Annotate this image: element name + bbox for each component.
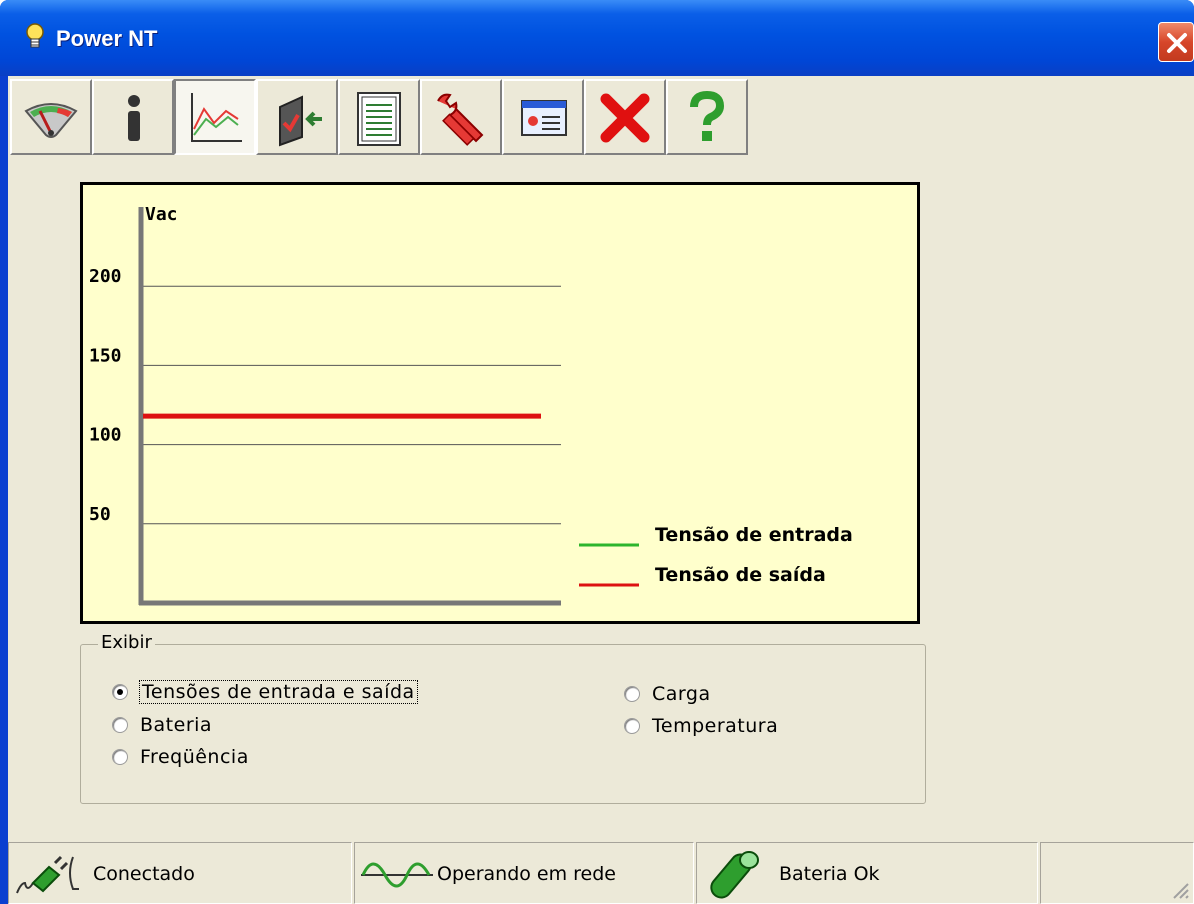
toolbar-settings-button[interactable] — [420, 79, 502, 155]
radio-frequency-indicator[interactable] — [112, 749, 128, 765]
display-groupbox-legend: Exibir — [98, 632, 155, 653]
toolbar — [10, 79, 748, 155]
status-mode: Operando em rede — [354, 842, 694, 904]
window-title: Power NT — [56, 26, 158, 51]
wrench-icon — [437, 93, 484, 146]
app-lightbulb-icon — [26, 23, 44, 48]
report-icon — [357, 92, 401, 146]
radio-frequency-label: Freqüência — [140, 746, 249, 768]
sine-wave-icon — [361, 862, 433, 888]
status-mode-text: Operando em rede — [437, 863, 616, 885]
status-connection: Conectado — [8, 842, 352, 904]
client-area: Vac 200 150 100 50 Tensão de entrada Tensão … — [8, 76, 1194, 904]
toolbar-gauge-button[interactable] — [10, 79, 92, 155]
window-close-button[interactable] — [1158, 22, 1194, 62]
info-icon — [128, 95, 140, 141]
toolbar-panel-button[interactable] — [502, 79, 584, 155]
radio-temperature-label: Temperatura — [652, 715, 779, 737]
radio-battery[interactable]: Bateria — [112, 714, 212, 736]
chart-y-label: Vac — [145, 204, 178, 225]
chart-legend-label: Tensão de saída — [655, 564, 826, 586]
radio-voltages[interactable]: Tensões de entrada e saída — [112, 680, 418, 704]
chart-legend-label: Tensão de entrada — [655, 524, 853, 546]
status-bar: Conectado Operando em rede Bateria Ok — [8, 842, 1194, 904]
resize-grip-icon[interactable] — [1171, 881, 1189, 899]
chart-icon — [191, 93, 242, 142]
gauge-icon — [24, 103, 78, 138]
chart-y-tick-label: 100 — [89, 425, 122, 446]
toolbar-report-button[interactable] — [338, 79, 420, 155]
chart-y-tick-label: 150 — [89, 345, 122, 366]
title-bar[interactable]: Power NT — [0, 0, 1194, 76]
battery-icon — [710, 851, 759, 899]
toolbar-help-button[interactable] — [666, 79, 748, 155]
close-icon — [1167, 33, 1187, 53]
help-icon — [690, 90, 725, 141]
status-battery-text: Bateria Ok — [779, 863, 880, 885]
radio-load-indicator[interactable] — [624, 686, 640, 702]
chart-y-tick-label: 200 — [89, 266, 122, 287]
chart-y-tick-label: 50 — [89, 504, 111, 525]
radio-temperature-indicator[interactable] — [624, 718, 640, 734]
panel-icon — [521, 100, 567, 136]
close-x-icon — [600, 93, 650, 143]
status-connection-text: Conectado — [93, 863, 195, 885]
toolbar-chart-button[interactable] — [174, 79, 256, 155]
status-battery: Bateria Ok — [696, 842, 1038, 904]
chart-canvas: Vac 200 150 100 50 Tensão de entrada Tensão … — [89, 204, 853, 606]
radio-frequency[interactable]: Freqüência — [112, 746, 249, 768]
status-empty — [1040, 842, 1194, 904]
radio-battery-indicator[interactable] — [112, 717, 128, 733]
toolbar-info-button[interactable] — [92, 79, 174, 155]
voltage-chart: Vac 200 150 100 50 Tensão de entrada Tensão … — [80, 182, 920, 624]
app-window: Power NT Vac 200 150 100 50 Tensão de en… — [0, 0, 1194, 904]
radio-temperature[interactable]: Temperatura — [624, 715, 778, 737]
radio-load-label: Carga — [652, 683, 711, 705]
radio-voltages-label: Tensões de entrada e saída — [139, 680, 418, 704]
radio-battery-label: Bateria — [140, 714, 213, 736]
radio-voltages-indicator[interactable] — [112, 684, 128, 700]
toolbar-import-button[interactable] — [256, 79, 338, 155]
plug-icon — [16, 855, 79, 894]
toolbar-exit-button[interactable] — [584, 79, 666, 155]
radio-load[interactable]: Carga — [624, 683, 711, 705]
import-icon — [279, 95, 322, 147]
